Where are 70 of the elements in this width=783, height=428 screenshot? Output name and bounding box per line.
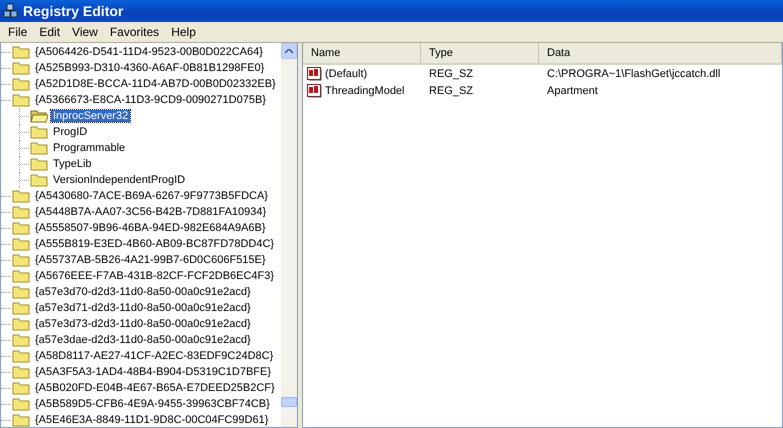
tree-item[interactable]: {A5E46E3A-8849-11D1-9D8C-00C04FC99D61}: [33, 414, 270, 426]
tree-item[interactable]: {A5676EEE-F7AB-431B-82CF-FCF2DB6EC4F3}: [33, 270, 276, 282]
folder-icon: [12, 205, 30, 219]
value-data: C:\PROGRA~1\FlashGet\jccatch.dll: [546, 68, 722, 80]
folder-icon: [12, 237, 30, 251]
folder-icon: [12, 333, 30, 347]
tree-item[interactable]: {A5B020FD-E04B-4E67-B65A-E7DEED25B2CF}: [33, 382, 277, 394]
tree-item[interactable]: VersionIndependentProgID: [51, 174, 188, 186]
tree-item[interactable]: {A525B993-D310-4360-A6AF-0B81B1298FE0}: [33, 62, 266, 74]
tree-item[interactable]: {A5366673-E8CA-11D3-9CD9-0090271D075B}: [33, 94, 268, 106]
scroll-up-button[interactable]: [281, 43, 297, 59]
tree-item[interactable]: {A555B819-E3ED-4B60-AB09-BC87FD78DD4C}: [33, 238, 276, 250]
folder-icon: [30, 125, 48, 139]
folder-icon: [30, 141, 48, 155]
value-type: REG_SZ: [428, 84, 474, 96]
column-header[interactable]: Name: [303, 43, 421, 63]
value-type: REG_SZ: [428, 68, 474, 80]
tree-item[interactable]: ProgID: [51, 126, 90, 138]
folder-icon: [12, 93, 30, 107]
tree-item[interactable]: InprocServer32: [51, 110, 130, 122]
folder-icon: [12, 413, 30, 427]
folder-icon: [12, 269, 30, 283]
value-name[interactable]: ThreadingModel: [325, 84, 404, 96]
tree-item[interactable]: {A5430680-7ACE-B69A-6267-9F9773B5FDCA}: [33, 190, 270, 202]
scroll-thumb[interactable]: [281, 397, 297, 407]
column-header[interactable]: Data: [539, 43, 782, 63]
tree-item[interactable]: {A52D1D8E-BCCA-11D4-AB7D-00B0D02332EB}: [33, 78, 278, 90]
tree-item[interactable]: {A5448B7A-AA07-3C56-B42B-7D881FA10934}: [33, 206, 268, 218]
tree-item[interactable]: {A5064426-D541-11D4-9523-00B0D022CA64}: [33, 46, 265, 58]
tree-item[interactable]: TypeLib: [51, 158, 94, 170]
folder-icon: [12, 45, 30, 59]
tree-item[interactable]: {a57e3dae-d2d3-11d0-8a50-00a0c91e2acd}: [33, 334, 253, 346]
tree-item[interactable]: {A58D8117-AE27-41CF-A2EC-83EDF9C24D8C}: [33, 350, 276, 362]
scrollbar[interactable]: [281, 43, 297, 427]
tree-item[interactable]: {A5558507-9B96-46BA-94ED-982E684A9A6B}: [33, 222, 268, 234]
window-title: Registry Editor: [23, 3, 124, 19]
folder-icon: [12, 77, 30, 91]
value-data: Apartment: [546, 84, 599, 96]
menu-item[interactable]: Edit: [33, 25, 66, 39]
folder-icon: [12, 365, 30, 379]
folder-icon: [12, 381, 30, 395]
folder-icon: [30, 173, 48, 187]
menu-item[interactable]: Help: [165, 25, 202, 39]
tree-item[interactable]: {a57e3d70-d2d3-11d0-8a50-00a0c91e2acd}: [33, 286, 253, 298]
tree-item[interactable]: {a57e3d73-d2d3-11d0-8a50-00a0c91e2acd}: [33, 318, 253, 330]
folder-icon: [12, 61, 30, 75]
tree-item[interactable]: {A55737AB-5B26-4A21-99B7-6D0C606F515E}: [33, 254, 268, 266]
menu-item[interactable]: File: [2, 25, 34, 39]
tree-item[interactable]: Programmable: [51, 142, 128, 154]
folder-icon: [12, 301, 30, 315]
string-value-icon: [307, 66, 323, 80]
column-header[interactable]: Type: [421, 43, 539, 63]
tree-item[interactable]: {a57e3d71-d2d3-11d0-8a50-00a0c91e2acd}: [33, 302, 253, 314]
folder-icon: [12, 285, 30, 299]
menu-item[interactable]: View: [66, 25, 104, 39]
tree-item[interactable]: {A5B589D5-CFB6-4E9A-9455-39963CBF74CB}: [33, 398, 272, 410]
menu-item[interactable]: Favorites: [104, 25, 166, 39]
folder-icon: [12, 349, 30, 363]
folder-icon: [12, 253, 30, 267]
open-folder-icon: [30, 109, 48, 123]
folder-icon: [12, 317, 30, 331]
string-value-icon: [307, 84, 323, 98]
registry-cubes-icon: [3, 3, 19, 19]
folder-icon: [12, 221, 30, 235]
value-name[interactable]: (Default): [325, 68, 368, 80]
folder-icon: [30, 157, 48, 171]
folder-icon: [12, 397, 30, 411]
tree-item[interactable]: {A5A3F5A3-1AD4-48B4-B904-D5319C1D7BFE}: [33, 366, 274, 378]
folder-icon: [12, 189, 30, 203]
chevron-up-icon: [285, 48, 293, 54]
